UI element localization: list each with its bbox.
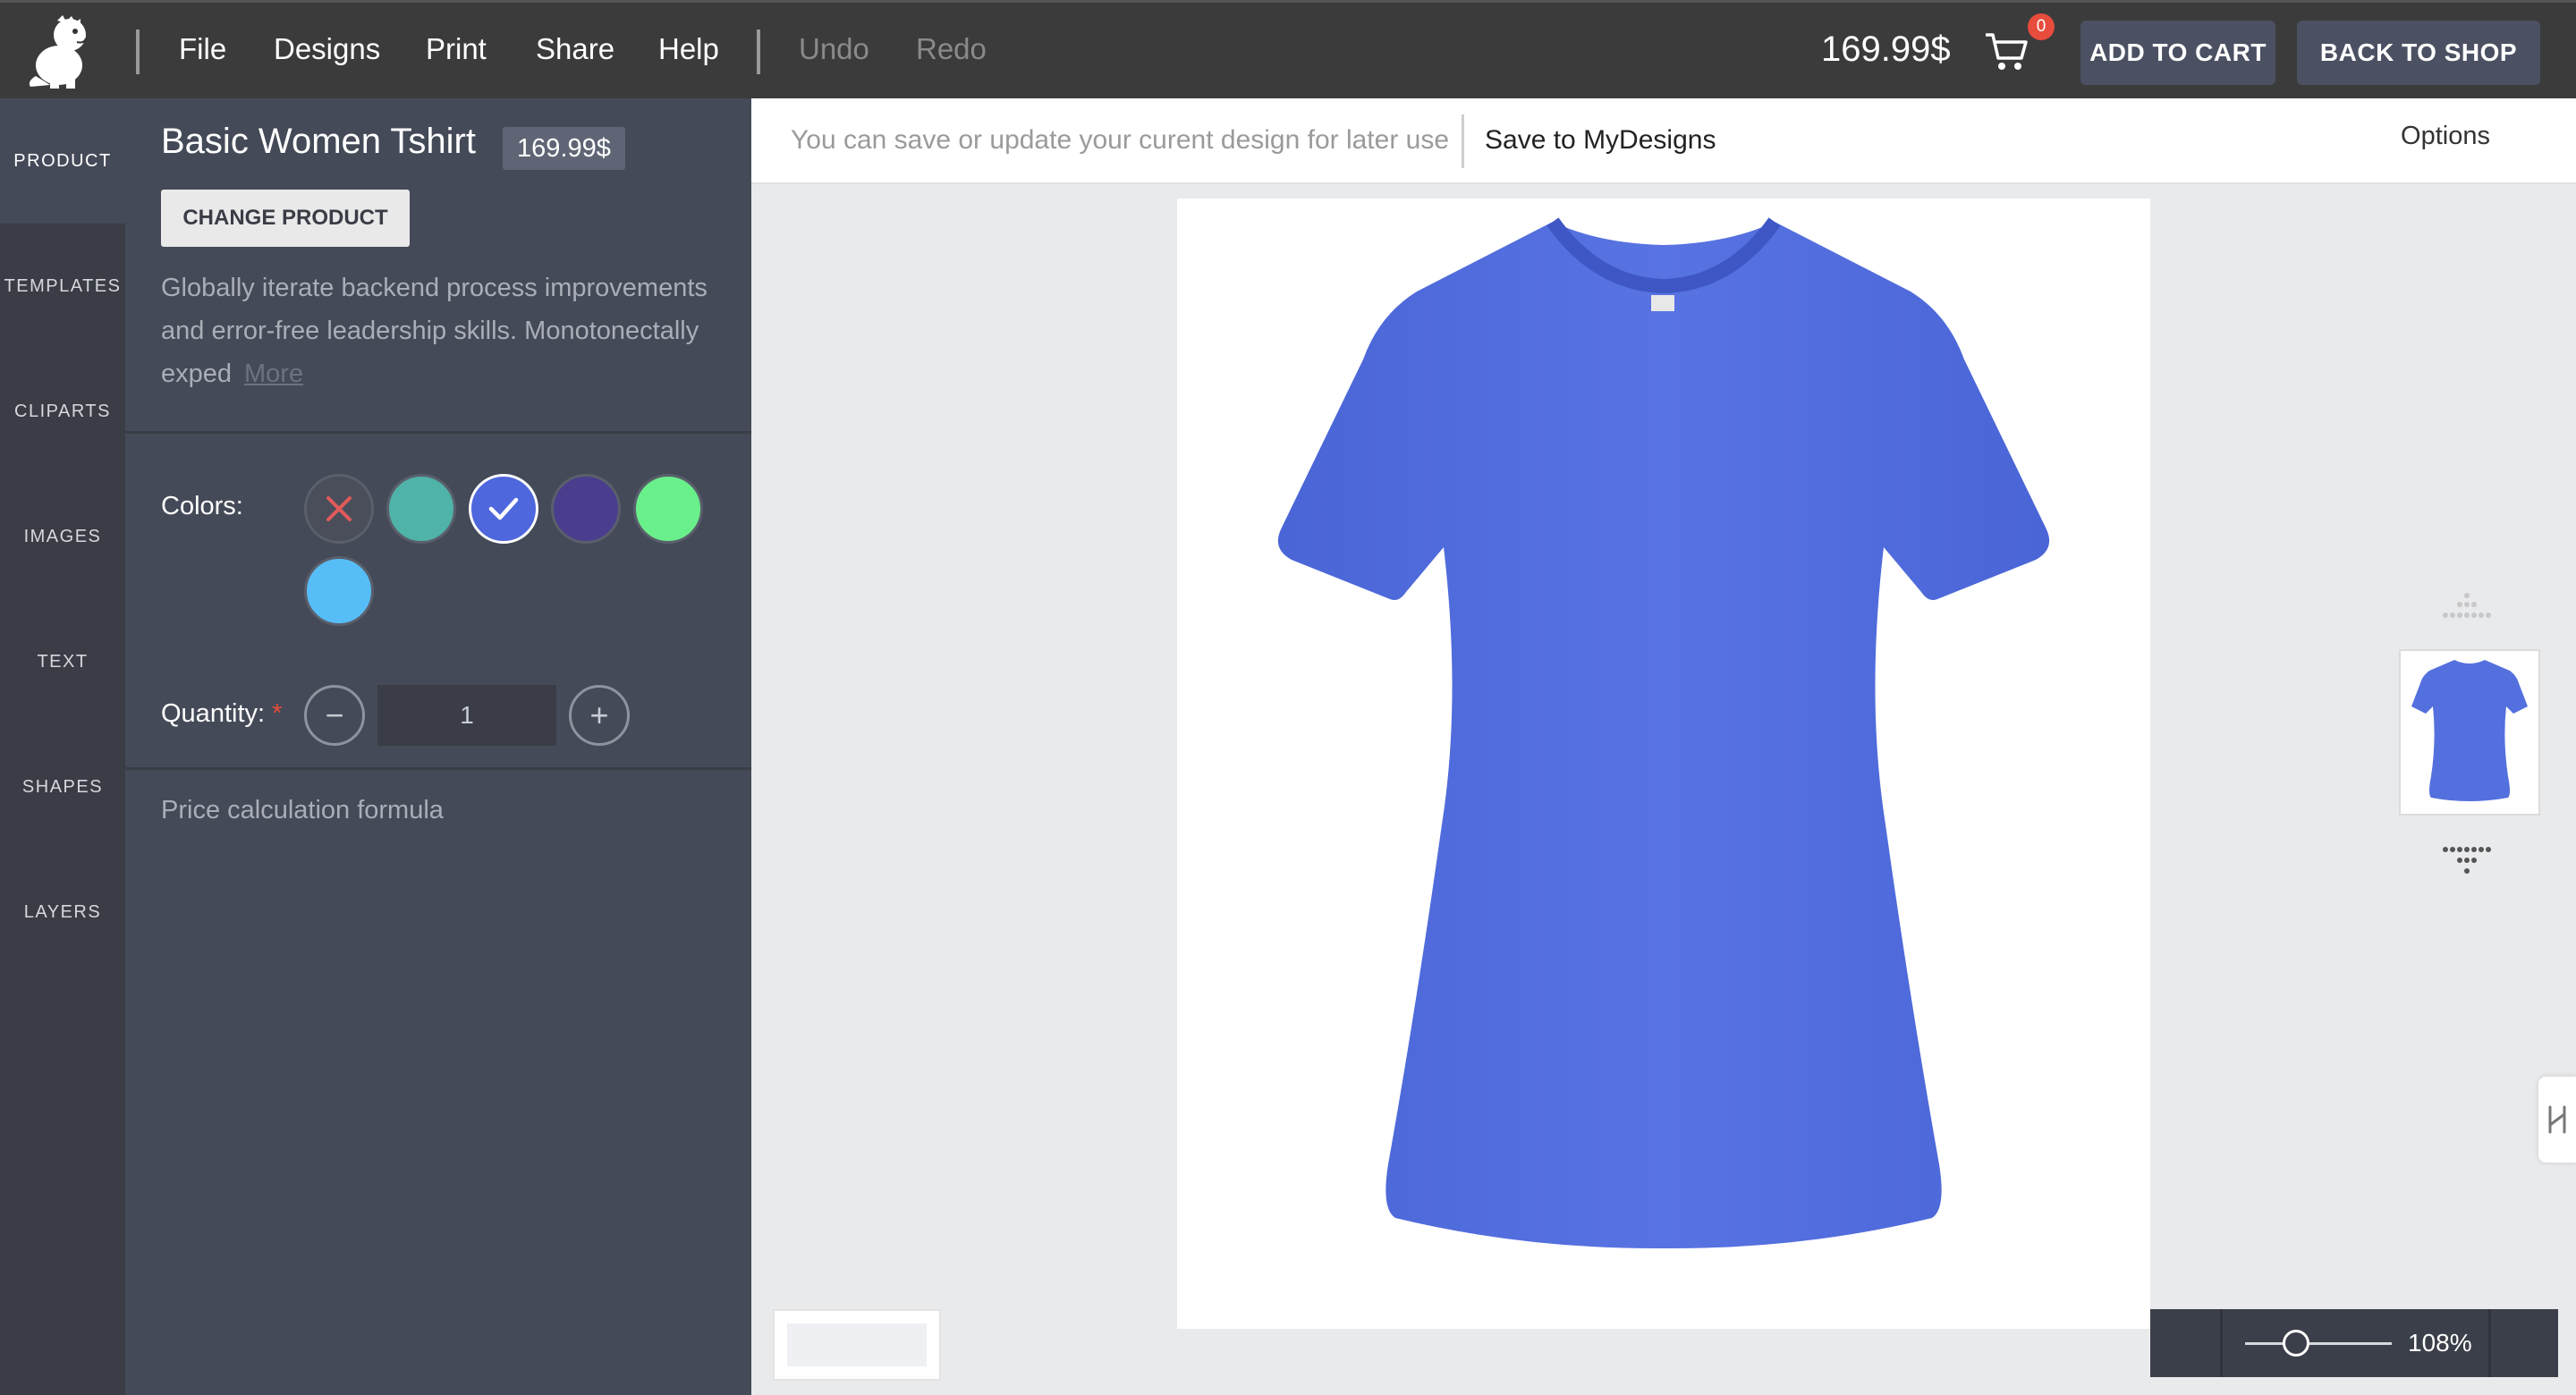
zoom-slider-handle[interactable]	[2283, 1330, 2310, 1357]
zoom-separator	[2488, 1309, 2491, 1377]
zoom-control: 108%	[2150, 1309, 2558, 1377]
add-to-cart-button[interactable]: ADD TO CART	[2080, 21, 2275, 85]
scroll-down-dots-icon[interactable]	[2438, 844, 2496, 875]
section-divider	[125, 431, 751, 434]
quantity-increment-button[interactable]: +	[569, 685, 630, 746]
tab-cliparts[interactable]: CLIPARTS	[0, 349, 125, 474]
colors-label: Colors:	[161, 492, 243, 520]
tshirt-mockup	[1277, 217, 2050, 1249]
zoom-separator	[2220, 1309, 2223, 1377]
tab-layers[interactable]: LAYERS	[0, 850, 125, 975]
none-x-icon	[326, 496, 352, 521]
save-to-mydesigns-button[interactable]: Save to MyDesigns	[1485, 125, 1716, 156]
view-thumbnail-front[interactable]	[2399, 649, 2540, 816]
save-bar: You can save or update your curent desig…	[751, 98, 2576, 184]
color-swatch-green[interactable]	[633, 474, 703, 544]
product-price-badge: 169.99$	[503, 127, 625, 170]
check-icon	[488, 497, 519, 520]
canvas-minimap[interactable]	[773, 1309, 941, 1381]
cart-icon[interactable]	[1984, 31, 2029, 72]
menu-file[interactable]: File	[179, 32, 226, 66]
redo-button[interactable]: Redo	[916, 32, 987, 66]
design-canvas[interactable]	[1177, 199, 2150, 1329]
zoom-slider-track[interactable]	[2245, 1342, 2392, 1345]
quantity-label-text: Quantity:	[161, 699, 266, 728]
color-swatch-indigo[interactable]	[551, 474, 621, 544]
color-swatch-blue-selected[interactable]	[469, 474, 538, 544]
product-description: Globally iterate backend process improve…	[161, 266, 733, 395]
change-product-button[interactable]: CHANGE PRODUCT	[161, 190, 410, 247]
product-title: Basic Women Tshirt	[161, 122, 476, 161]
color-swatch-none[interactable]	[304, 474, 374, 544]
product-panel: Basic Women Tshirt 169.99$ CHANGE PRODUC…	[125, 98, 751, 1395]
cart-count-badge: 0	[2028, 13, 2055, 40]
section-divider	[125, 767, 751, 770]
quantity-input[interactable]	[377, 685, 556, 746]
options-button[interactable]: Options	[2401, 122, 2490, 151]
dinosaur-logo-icon[interactable]	[23, 13, 104, 89]
more-link[interactable]: More	[244, 359, 303, 388]
undo-button[interactable]: Undo	[799, 32, 869, 66]
top-bar: File Designs Print Share Help Undo Redo …	[0, 0, 2576, 98]
tab-templates[interactable]: TEMPLATES	[0, 224, 125, 349]
tshirt-thumbnail	[2411, 660, 2528, 801]
save-separator	[1462, 114, 1464, 168]
price-formula-link[interactable]: Price calculation formula	[161, 796, 444, 825]
description-text: Globally iterate backend process improve…	[161, 274, 708, 388]
tab-images[interactable]: IMAGES	[0, 474, 125, 599]
quantity-decrement-button[interactable]: −	[304, 685, 365, 746]
menu-print[interactable]: Print	[426, 32, 487, 66]
collapse-handle-icon	[2548, 1105, 2566, 1134]
zoom-level: 108%	[2408, 1329, 2472, 1357]
toolbar-separator	[136, 30, 140, 74]
quantity-label: Quantity: *	[161, 699, 282, 729]
side-panel-toggle[interactable]	[2538, 1077, 2576, 1162]
tab-text[interactable]: TEXT	[0, 599, 125, 724]
tab-shapes[interactable]: SHAPES	[0, 724, 125, 850]
total-price: 169.99$	[1821, 30, 1951, 69]
menu-share[interactable]: Share	[536, 32, 614, 66]
tab-product[interactable]: PRODUCT	[0, 98, 125, 224]
scroll-up-dots-icon[interactable]	[2438, 592, 2496, 622]
save-hint: You can save or update your curent desig…	[791, 125, 1450, 155]
toolbar-separator	[757, 30, 760, 74]
menu-help[interactable]: Help	[658, 32, 719, 66]
color-swatch-teal[interactable]	[386, 474, 456, 544]
required-marker: *	[272, 699, 283, 728]
tshirt-body	[1277, 222, 2050, 1249]
back-to-shop-button[interactable]: BACK TO SHOP	[2297, 21, 2540, 85]
menu-designs[interactable]: Designs	[274, 32, 380, 66]
tool-rail: PRODUCT TEMPLATES CLIPARTS IMAGES TEXT S…	[0, 98, 125, 1395]
color-swatch-sky[interactable]	[304, 556, 374, 626]
minimap-viewport	[787, 1323, 927, 1366]
